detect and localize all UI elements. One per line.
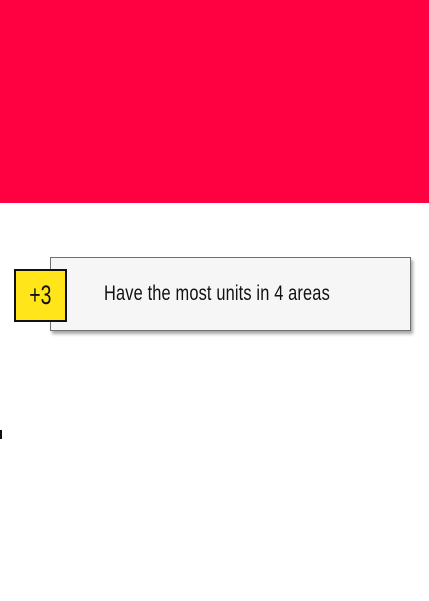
edge-mark (0, 430, 2, 439)
points-badge: +3 (14, 269, 67, 322)
objective-text: Have the most units in 4 areas (104, 282, 330, 305)
objective-card[interactable]: Have the most units in 4 areas (50, 257, 411, 331)
points-value: +3 (29, 280, 52, 310)
top-banner (0, 0, 429, 203)
